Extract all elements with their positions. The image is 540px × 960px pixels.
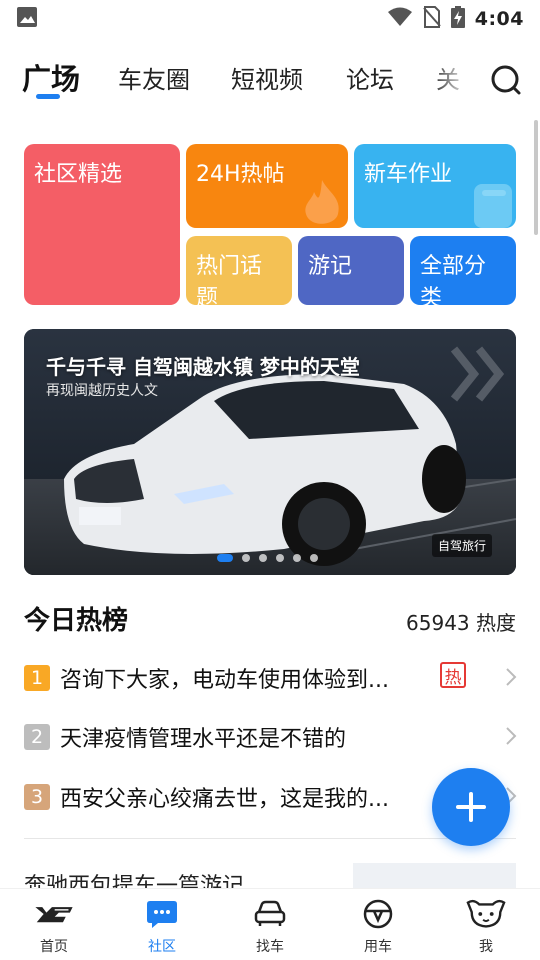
chat-bubble-icon — [142, 897, 182, 931]
flame-icon — [305, 180, 339, 224]
nav-label: 用车 — [364, 939, 392, 955]
bottom-navigation: 首页 社区 找车 用车 我 — [0, 888, 540, 960]
carousel-indicator — [217, 554, 318, 562]
banner-title: 千与千寻 自驾闽越水镇 梦中的天堂 — [46, 355, 360, 379]
category-new-car-work[interactable]: 新车作业 — [354, 144, 516, 228]
nav-find-car[interactable]: 找车 — [216, 889, 324, 960]
nav-label: 社区 — [148, 939, 176, 955]
hot-list-item[interactable]: 2 天津疫情管理水平还是不错的 — [24, 717, 520, 757]
car-icon — [250, 897, 290, 931]
category-24h-hot[interactable]: 24H热帖 — [186, 144, 348, 228]
carousel-dot-active[interactable] — [217, 554, 233, 562]
banner-subtitle: 再现闽越历史人文 — [46, 383, 158, 399]
xcar-logo-icon — [34, 897, 74, 931]
chevron-right-icon — [506, 668, 517, 686]
status-bar: 4:04 — [0, 0, 540, 38]
category-hot-topics[interactable]: 热门话题 — [186, 236, 292, 305]
nav-label: 我 — [479, 939, 493, 955]
nav-label: 找车 — [256, 939, 284, 955]
category-label: 新车作业 — [364, 162, 453, 187]
document-icon — [474, 184, 512, 228]
scrollbar[interactable] — [534, 120, 538, 235]
category-label: 热门话题 — [196, 254, 263, 305]
nav-home[interactable]: 首页 — [0, 889, 108, 960]
nav-me[interactable]: 我 — [432, 889, 540, 960]
category-label: 全部分类 — [420, 254, 487, 305]
category-label: 社区精选 — [34, 162, 123, 187]
rank-badge: 2 — [24, 724, 50, 750]
hot-list-title: 今日热榜 — [24, 606, 129, 636]
hot-badge: 热 — [440, 662, 466, 688]
carousel-dot[interactable] — [259, 554, 267, 562]
category-label: 24H热帖 — [196, 162, 285, 187]
carousel-dot[interactable] — [276, 554, 284, 562]
tab-plaza[interactable]: 广场 — [22, 56, 80, 98]
banner-tag: 自驾旅行 — [431, 534, 492, 557]
rank-badge: 1 — [24, 665, 50, 691]
profile-mascot-icon — [466, 897, 506, 931]
wifi-icon — [387, 7, 413, 31]
search-icon[interactable] — [488, 62, 524, 98]
section-divider — [24, 838, 516, 839]
category-label: 游记 — [308, 254, 353, 279]
hot-list-count: 65943 热度 — [406, 611, 516, 635]
category-travel-notes[interactable]: 游记 — [298, 236, 404, 305]
carousel-dot[interactable] — [242, 554, 250, 562]
tab-forum[interactable]: 论坛 — [346, 60, 394, 95]
category-community-picks[interactable]: 社区精选 — [24, 144, 180, 305]
carousel-dot[interactable] — [293, 554, 301, 562]
steering-wheel-icon — [358, 897, 398, 931]
rank-badge: 3 — [24, 784, 50, 810]
hot-list-item[interactable]: 1 咨询下大家，电动车使用体验到... 热 — [24, 658, 520, 698]
battery-charging-icon — [450, 6, 465, 32]
image-icon — [16, 6, 38, 32]
hot-list-item-text: 天津疫情管理水平还是不错的 — [60, 727, 347, 752]
nav-label: 首页 — [40, 939, 68, 955]
create-post-button[interactable] — [432, 768, 510, 846]
status-time: 4:04 — [474, 8, 524, 30]
tab-car-friends[interactable]: 车友圈 — [118, 60, 190, 95]
featured-banner[interactable]: 千与千寻 自驾闽越水镇 梦中的天堂 再现闽越历史人文 自驾旅行 — [24, 329, 516, 575]
category-all[interactable]: 全部分类 — [410, 236, 516, 305]
tab-short-video[interactable]: 短视频 — [231, 60, 303, 95]
carousel-dot[interactable] — [310, 554, 318, 562]
hot-list-item-text: 咨询下大家，电动车使用体验到... — [60, 668, 389, 693]
active-tab-indicator — [36, 94, 60, 99]
chevron-right-icon — [506, 727, 517, 745]
nav-community[interactable]: 社区 — [108, 889, 216, 960]
no-sim-icon — [422, 6, 441, 32]
tab-fade-overlay — [430, 58, 470, 104]
hot-list-item-text: 西安父亲心绞痛去世，这是我的... — [60, 787, 389, 812]
plus-icon — [456, 792, 486, 822]
nav-car-use[interactable]: 用车 — [324, 889, 432, 960]
